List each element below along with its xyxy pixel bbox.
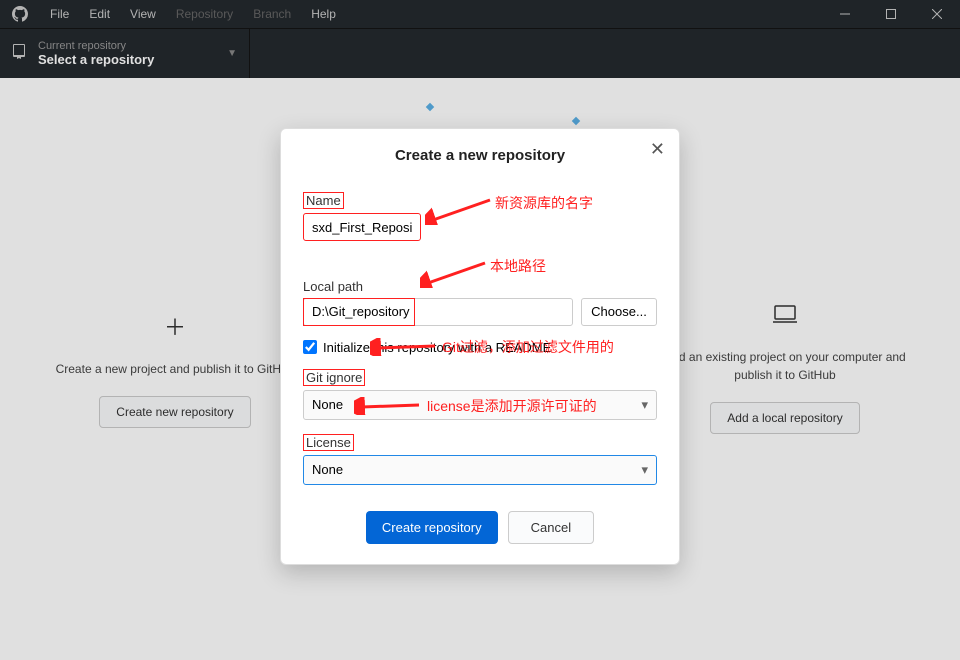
- chevron-down-icon: ▾: [641, 462, 648, 478]
- local-path-input[interactable]: [303, 298, 573, 326]
- dialog-actions: Create repository Cancel: [303, 511, 657, 544]
- gitignore-value: None: [312, 397, 343, 412]
- chevron-down-icon: ▾: [641, 397, 648, 413]
- gitignore-select[interactable]: None ▾: [303, 390, 657, 420]
- init-readme-label: Initialize this repository with a README: [323, 340, 551, 355]
- modal-overlay: ✕ Create a new repository Name Local pat…: [0, 0, 960, 660]
- dialog-title: Create a new repository: [303, 147, 657, 164]
- local-path-label: Local path: [303, 279, 363, 294]
- name-input[interactable]: [303, 213, 421, 241]
- license-select[interactable]: None ▾: [303, 455, 657, 485]
- dialog-close-icon[interactable]: ✕: [650, 139, 665, 160]
- cancel-button[interactable]: Cancel: [508, 511, 594, 544]
- name-label: Name: [303, 192, 344, 209]
- choose-path-button[interactable]: Choose...: [581, 298, 657, 326]
- license-label: License: [303, 434, 354, 451]
- gitignore-field: Git ignore None ▾: [303, 369, 657, 420]
- create-repository-dialog: ✕ Create a new repository Name Local pat…: [280, 128, 680, 565]
- gitignore-label: Git ignore: [303, 369, 365, 386]
- init-readme-checkbox[interactable]: [303, 340, 317, 354]
- license-field: License None ▾: [303, 434, 657, 485]
- license-value: None: [312, 462, 343, 477]
- init-readme-row: Initialize this repository with a README: [303, 340, 657, 355]
- local-path-field: Local path Choose...: [303, 278, 657, 326]
- create-repository-button[interactable]: Create repository: [366, 511, 498, 544]
